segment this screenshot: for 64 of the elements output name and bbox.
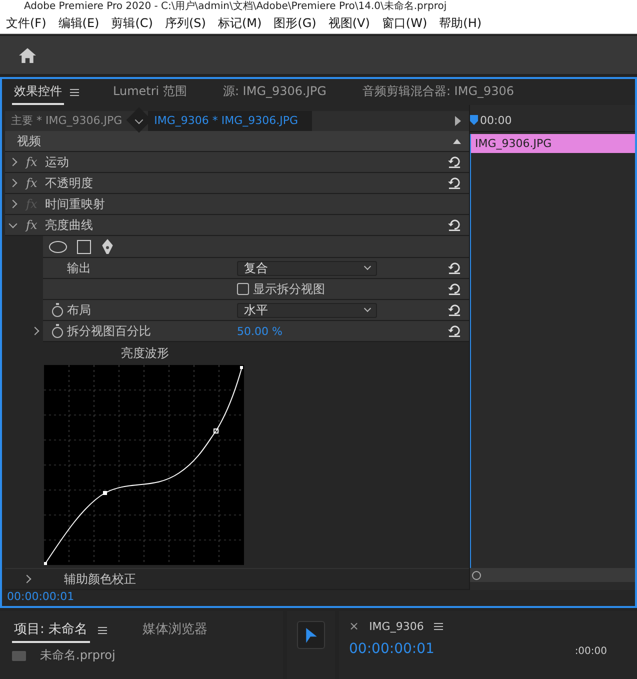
reset-icon[interactable]	[448, 262, 461, 274]
fx-toggle[interactable]: fx	[26, 155, 38, 169]
reset-icon[interactable]	[448, 156, 461, 168]
menu-icon[interactable]	[70, 88, 79, 96]
dropdown[interactable]: 复合	[237, 260, 377, 276]
panel-tab[interactable]: Lumetri 范围	[111, 80, 189, 104]
scroll-bar[interactable]	[470, 568, 635, 582]
effect-name: 时间重映射	[45, 196, 106, 212]
menu-item[interactable]: 视图(V)	[322, 14, 376, 32]
graph-title: 亮度波形	[120, 345, 170, 362]
property-label: 输出	[67, 260, 92, 276]
clip-tab[interactable]: 主要 * IMG_9306.JPG	[5, 111, 128, 131]
home-icon[interactable]	[19, 48, 36, 62]
fx-toggle[interactable]: fx	[26, 218, 38, 232]
reset-icon[interactable]	[448, 219, 461, 231]
selection-tool-button[interactable]	[297, 621, 325, 649]
reset-icon[interactable]	[448, 304, 461, 316]
panel-tab[interactable]: 源: IMG_9306.JPG	[220, 80, 328, 104]
reset-icon[interactable]	[448, 325, 461, 337]
property-label: 布局	[67, 302, 92, 318]
panel-tab[interactable]: 项目: 未命名	[12, 617, 90, 643]
window-title: Adobe Premiere Pro 2020 - C:\用户\admin\文档\Adobe\Premiere Pro\14.0\未命名.prproj	[24, 1, 447, 12]
rectangle-mask-icon[interactable]	[77, 240, 91, 254]
menu-icon[interactable]	[434, 622, 443, 630]
section-header[interactable]: 视频	[5, 131, 469, 152]
menu-item[interactable]: 剪辑(C)	[105, 14, 159, 32]
menu-icon[interactable]	[98, 626, 107, 634]
project-item[interactable]: 未命名.prproj	[40, 647, 116, 664]
menu-item[interactable]: 帮助(H)	[433, 14, 488, 32]
timecode: 00:00:00:01	[349, 641, 434, 657]
effect-name: 不透明度	[45, 174, 94, 192]
fx-toggle[interactable]: fx	[26, 176, 38, 190]
checkbox[interactable]	[237, 283, 249, 295]
reset-icon[interactable]	[448, 283, 461, 295]
section-title: 视频	[17, 132, 41, 150]
menu-item[interactable]: 窗口(W)	[376, 14, 434, 32]
property-label: 拆分视图百分比	[67, 322, 152, 340]
menu-item[interactable]: 文件(F)	[0, 14, 52, 32]
ellipse-mask-icon[interactable]	[49, 240, 67, 252]
stopwatch-icon[interactable]	[52, 326, 63, 338]
menu-item[interactable]: 序列(S)	[158, 14, 212, 32]
time-label: :00:00	[574, 646, 607, 657]
arrow-pointer-icon	[306, 628, 316, 642]
menu-item[interactable]: 标记(M)	[212, 14, 268, 32]
effect-name: 亮度曲线	[45, 216, 94, 234]
reset-icon[interactable]	[448, 177, 461, 189]
panel-tab[interactable]: 音频剪辑混合器: IMG_9306	[360, 80, 516, 104]
value-field[interactable]: 50.00 %	[237, 324, 282, 338]
timecode: 00:00:00:01	[6, 590, 74, 605]
pen-tool-icon[interactable]	[101, 239, 114, 254]
effect-name: 运动	[45, 154, 70, 170]
dropdown[interactable]: 水平	[237, 302, 377, 318]
panel-tab[interactable]: 媒体浏览器	[140, 617, 210, 643]
menu-item[interactable]: 编辑(E)	[52, 14, 106, 32]
time-label: 00:00	[480, 114, 512, 127]
clip-bar[interactable]: IMG_9306.JPG	[470, 134, 635, 153]
property-label: 辅助颜色校正	[64, 570, 136, 588]
panel-title[interactable]: IMG_9306	[369, 620, 424, 632]
checkbox-label[interactable]: 显示拆分视图	[253, 280, 325, 298]
collapse-icon[interactable]	[453, 138, 461, 144]
menu-item[interactable]: 图形(G)	[268, 14, 322, 32]
stopwatch-icon[interactable]	[52, 306, 63, 316]
close-icon[interactable]: ×	[349, 619, 360, 633]
clip-tab[interactable]: IMG_9306 * IMG_9306.JPG	[148, 111, 312, 131]
